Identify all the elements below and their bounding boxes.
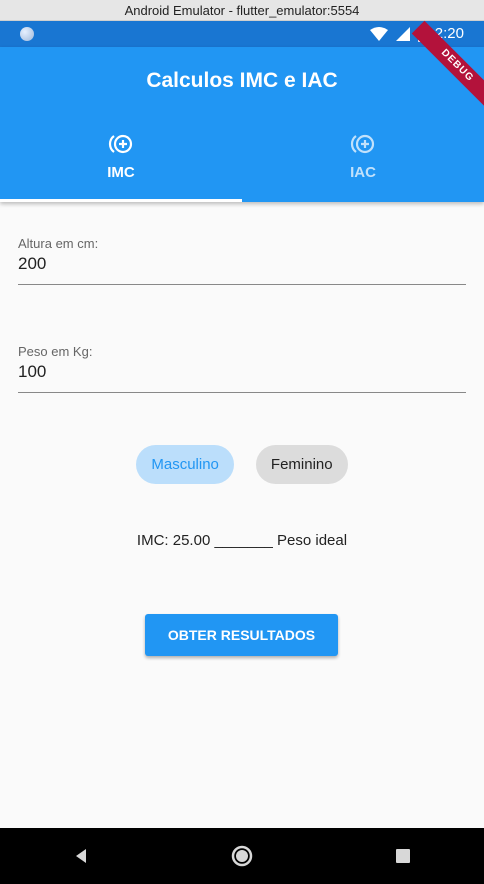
notification-dot-icon [20, 27, 34, 41]
tab-iac-label: IAC [350, 164, 376, 181]
height-label: Altura em cm: [18, 236, 99, 251]
window-title-bar: Android Emulator - flutter_emulator:5554 [0, 0, 484, 21]
get-results-button[interactable]: OBTER RESULTADOS [145, 614, 338, 656]
tab-iac[interactable]: IAC [242, 122, 484, 202]
back-icon [75, 849, 86, 863]
nav-home[interactable] [212, 836, 272, 876]
system-nav-bar [0, 828, 484, 884]
weight-input[interactable] [18, 362, 466, 382]
chip-masculino[interactable]: Masculino [136, 445, 234, 484]
result-text: IMC: 25.00 _______ Peso ideal [136, 532, 348, 549]
tab-imc[interactable]: IMC [0, 122, 242, 202]
weight-underline [18, 392, 466, 393]
height-input[interactable] [18, 254, 466, 274]
weight-field: Peso em Kg: [18, 344, 466, 393]
signal-icon [395, 26, 410, 41]
gender-selector: Masculino Feminino [0, 445, 484, 484]
window-title: Android Emulator - flutter_emulator:5554 [124, 2, 360, 18]
home-icon [231, 845, 253, 867]
weight-label: Peso em Kg: [18, 344, 93, 359]
add-circle-outline-icon [108, 134, 133, 154]
tab-bar: IMC IAC [0, 122, 484, 202]
chip-feminino[interactable]: Feminino [255, 445, 348, 484]
wifi-icon [369, 26, 388, 41]
height-underline [18, 284, 466, 285]
nav-recents[interactable] [373, 836, 433, 876]
recents-icon [396, 849, 411, 863]
app-title: Calculos IMC e IAC [146, 69, 338, 92]
add-circle-outline-icon [350, 134, 375, 154]
app-bar: DEBUG Calculos IMC e IAC IMC IAC [0, 20, 484, 202]
nav-back[interactable] [51, 836, 111, 876]
tab-imc-label: IMC [107, 164, 135, 181]
tab-indicator [0, 199, 242, 202]
height-field: Altura em cm: [18, 236, 466, 285]
